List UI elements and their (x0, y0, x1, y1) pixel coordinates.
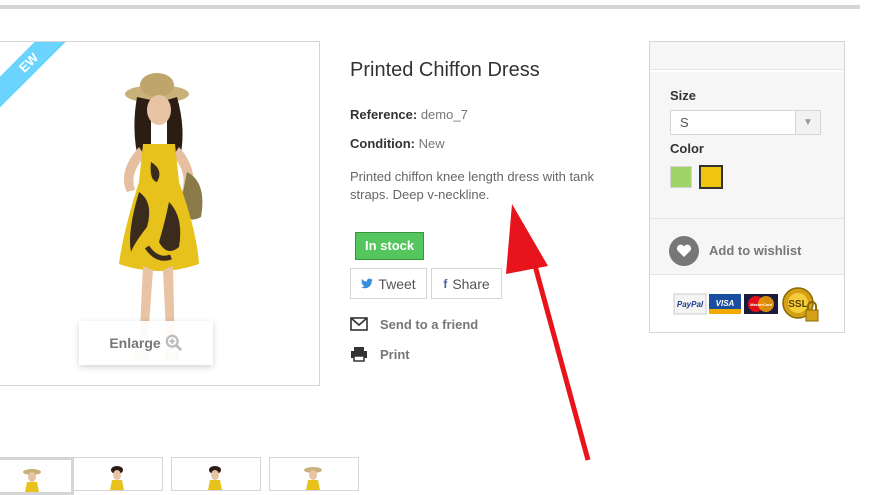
thumbnail-image (23, 469, 41, 492)
visa-logo: VISA (709, 294, 741, 314)
zoom-icon (165, 334, 182, 352)
top-divider (0, 5, 860, 9)
send-to-friend-link[interactable]: Send to a friend (350, 316, 478, 332)
condition-value: New (418, 136, 445, 151)
facebook-icon: f (443, 276, 448, 291)
wishlist-button[interactable]: Add to wishlist (650, 218, 844, 275)
thumbnail-1[interactable] (0, 457, 74, 495)
printer-icon (351, 347, 367, 362)
share-button[interactable]: f Share (431, 268, 502, 299)
thumbnail-image (110, 466, 124, 490)
svg-text:SSL: SSL (788, 299, 807, 310)
print-label: Print (380, 346, 410, 362)
paypal-logo: PayPal (673, 293, 707, 315)
condition-line: Condition: New (350, 136, 445, 151)
twitter-icon (361, 278, 374, 289)
envelope-icon (350, 317, 368, 331)
product-title: Printed Chiffon Dress (350, 59, 540, 81)
print-link[interactable]: Print (350, 346, 410, 362)
price-band (650, 42, 844, 70)
tweet-button[interactable]: Tweet (350, 268, 427, 299)
chevron-down-icon: ▼ (795, 111, 820, 134)
stock-badge: In stock (355, 232, 425, 260)
mastercard-logo: MasterCard (744, 294, 778, 314)
send-to-friend-label: Send to a friend (380, 316, 479, 332)
color-swatch-green[interactable] (670, 166, 692, 188)
thumbnail-image (208, 466, 222, 490)
condition-label: Condition: (350, 136, 415, 151)
purchase-box: Size S ▼ Color Add to wishlist PayPal VI… (649, 41, 845, 333)
color-label: Color (670, 141, 704, 156)
thumbnail-4[interactable] (269, 457, 359, 491)
annotation-arrow (506, 204, 591, 461)
thumbnail-3[interactable] (171, 457, 261, 491)
ssl-seal-logo: SSL (782, 287, 819, 322)
size-select[interactable]: S ▼ (670, 110, 821, 135)
enlarge-button[interactable]: Enlarge (79, 321, 213, 365)
share-label: Share (452, 275, 490, 292)
product-image-block: EW Enlarge (0, 41, 320, 386)
enlarge-label: Enlarge (109, 335, 161, 351)
payment-logos: PayPal VISA MasterCard SSL (673, 287, 819, 322)
size-value: S (680, 115, 689, 130)
reference-label: Reference: (350, 107, 418, 122)
color-swatch-yellow[interactable] (699, 165, 723, 189)
heart-icon (669, 236, 699, 266)
svg-text:MasterCard: MasterCard (750, 302, 773, 307)
thumbnail-2[interactable] (73, 457, 163, 491)
wishlist-label: Add to wishlist (709, 243, 802, 258)
tweet-label: Tweet (378, 275, 416, 292)
size-label: Size (670, 88, 697, 103)
attributes-panel: Size S ▼ Color (650, 72, 844, 218)
svg-text:VISA: VISA (716, 299, 735, 308)
reference-value: demo_7 (420, 107, 468, 122)
svg-text:PayPal: PayPal (677, 300, 704, 309)
reference-line: Reference: demo_7 (350, 107, 468, 122)
thumbnail-image (304, 467, 322, 490)
